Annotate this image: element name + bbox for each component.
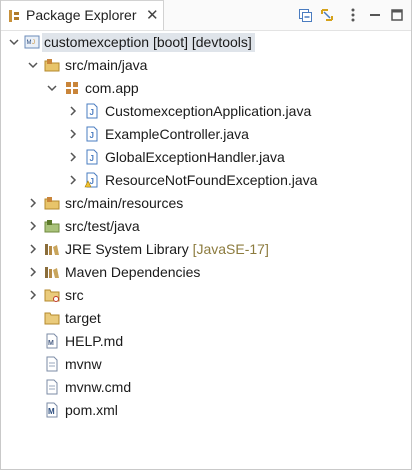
chevron-right-icon[interactable] bbox=[27, 197, 39, 209]
tree-item-jre-library[interactable]: JRE System Library [JavaSE-17] bbox=[1, 238, 411, 261]
tree-label: JRE System Library [JavaSE-17] bbox=[63, 240, 272, 259]
java-file-icon: J bbox=[86, 126, 98, 142]
view-menu-icon[interactable] bbox=[345, 7, 361, 23]
source-folder-icon bbox=[44, 59, 60, 72]
library-icon bbox=[45, 267, 59, 278]
tree-item-package[interactable]: com.app bbox=[1, 77, 411, 100]
tree-item-src-test-java[interactable]: src/test/java bbox=[1, 215, 411, 238]
svg-text:J: J bbox=[90, 177, 94, 186]
collapse-all-icon[interactable] bbox=[297, 7, 313, 23]
java-file-warning-icon: J bbox=[84, 172, 98, 188]
tab-title: Package Explorer bbox=[26, 7, 137, 23]
chevron-right-icon[interactable] bbox=[67, 151, 79, 163]
folder-icon bbox=[44, 289, 60, 302]
tree-item-target[interactable]: target bbox=[1, 307, 411, 330]
tree-label: pom.xml bbox=[65, 402, 118, 418]
chevron-right-icon[interactable] bbox=[67, 174, 79, 186]
tree-label: src bbox=[65, 287, 84, 303]
minimize-icon[interactable] bbox=[367, 7, 383, 23]
chevron-right-icon[interactable] bbox=[27, 289, 39, 301]
chevron-right-icon[interactable] bbox=[67, 105, 79, 117]
tree-label: src/test/java bbox=[65, 218, 140, 234]
file-icon bbox=[46, 379, 58, 395]
chevron-right-icon[interactable] bbox=[27, 243, 39, 255]
maximize-icon[interactable] bbox=[389, 7, 405, 23]
tree-label: src/main/resources bbox=[65, 195, 184, 211]
test-source-folder-icon bbox=[44, 220, 60, 233]
svg-text:J: J bbox=[90, 108, 94, 117]
markdown-file-icon: M bbox=[46, 333, 58, 349]
tree-label: ResourceNotFoundException.java bbox=[105, 172, 318, 188]
library-icon bbox=[45, 244, 59, 255]
tree-item-src-main-resources[interactable]: src/main/resources bbox=[1, 192, 411, 215]
chevron-right-icon[interactable] bbox=[27, 220, 39, 232]
tree-item-java-file[interactable]: J ExampleController.java bbox=[1, 123, 411, 146]
tab-package-explorer[interactable]: Package Explorer ✕ bbox=[1, 0, 164, 30]
package-icon bbox=[66, 82, 78, 94]
tree-label: HELP.md bbox=[65, 333, 124, 349]
close-icon[interactable]: ✕ bbox=[146, 6, 159, 24]
tree-label: ExampleController.java bbox=[105, 126, 249, 142]
link-with-editor-icon[interactable] bbox=[319, 7, 335, 23]
jre-name: JRE System Library bbox=[65, 241, 189, 257]
tree-label: mvnw bbox=[65, 356, 102, 372]
tree-label: customexception [boot] [devtools] bbox=[42, 33, 255, 52]
java-file-icon: J bbox=[86, 149, 98, 165]
chevron-right-icon[interactable] bbox=[67, 128, 79, 140]
jre-decoration: [JavaSE-17] bbox=[192, 241, 269, 257]
tree-item-java-file[interactable]: J ResourceNotFoundException.java bbox=[1, 169, 411, 192]
svg-text:M: M bbox=[48, 407, 55, 416]
tree-item-help-md[interactable]: M HELP.md bbox=[1, 330, 411, 353]
tree-label: target bbox=[65, 310, 101, 326]
source-folder-icon bbox=[44, 197, 60, 210]
tree-label: Maven Dependencies bbox=[65, 264, 201, 280]
svg-text:J: J bbox=[90, 154, 94, 163]
tree-item-java-file[interactable]: J CustomexceptionApplication.java bbox=[1, 100, 411, 123]
maven-pom-icon: M bbox=[46, 402, 58, 418]
tree-item-pom-xml[interactable]: M pom.xml bbox=[1, 399, 411, 422]
tree-item-mvnw[interactable]: mvnw bbox=[1, 353, 411, 376]
package-explorer-icon bbox=[9, 10, 19, 22]
package-explorer-view: Package Explorer ✕ M J customexception [… bbox=[0, 0, 412, 470]
file-icon bbox=[46, 356, 58, 372]
svg-text:J: J bbox=[90, 131, 94, 140]
tree-label: src/main/java bbox=[65, 57, 148, 73]
tree-item-java-file[interactable]: J GlobalExceptionHandler.java bbox=[1, 146, 411, 169]
svg-text:J: J bbox=[32, 40, 35, 46]
tree-item-project[interactable]: M J customexception [boot] [devtools] bbox=[1, 31, 411, 54]
tree-label: CustomexceptionApplication.java bbox=[105, 103, 312, 119]
java-file-icon: J bbox=[86, 103, 98, 119]
svg-text:M: M bbox=[27, 40, 32, 46]
tree-label: com.app bbox=[85, 80, 139, 96]
tree-label: GlobalExceptionHandler.java bbox=[105, 149, 285, 165]
folder-icon bbox=[44, 312, 60, 325]
view-tab-bar: Package Explorer ✕ bbox=[1, 0, 411, 31]
chevron-right-icon[interactable] bbox=[27, 266, 39, 278]
tree-item-src-main-java[interactable]: src/main/java bbox=[1, 54, 411, 77]
tree-item-mvnw-cmd[interactable]: mvnw.cmd bbox=[1, 376, 411, 399]
chevron-down-icon[interactable] bbox=[8, 36, 20, 48]
tree-label: mvnw.cmd bbox=[65, 379, 132, 395]
svg-text:M: M bbox=[48, 340, 54, 347]
tree-item-maven-dependencies[interactable]: Maven Dependencies bbox=[1, 261, 411, 284]
project-icon: M J bbox=[24, 35, 40, 49]
tree-item-src[interactable]: src bbox=[1, 284, 411, 307]
chevron-down-icon[interactable] bbox=[46, 82, 58, 94]
chevron-down-icon[interactable] bbox=[27, 59, 39, 71]
